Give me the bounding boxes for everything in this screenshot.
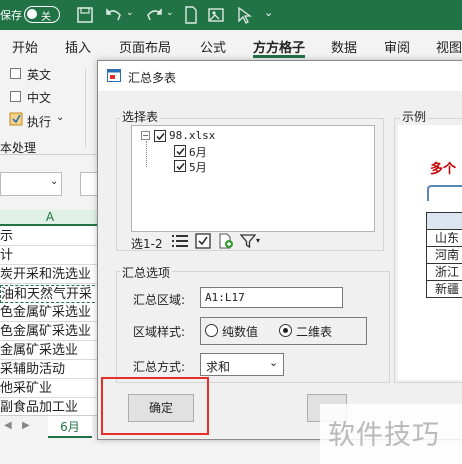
method-value: 求和	[206, 360, 231, 374]
english-label: 英文	[27, 68, 52, 82]
sheet-tree[interactable]: − 98.xlsx 6月 5月	[131, 125, 375, 232]
tab-data[interactable]: 数据	[331, 37, 357, 56]
range-input[interactable]: A1:L17	[200, 287, 343, 308]
select-all-icon[interactable]	[195, 233, 211, 249]
ribbon-tabs: 开始 插入 页面布局 公式 方方格子 数据 审阅 视图	[0, 30, 462, 60]
tab-fangfang[interactable]: 方方格子	[253, 37, 305, 56]
toggle-state: 关	[41, 12, 51, 23]
ribbon-divider	[85, 68, 86, 148]
method-select[interactable]: 求和 ⌄	[200, 353, 284, 376]
example-heading: 多个	[430, 162, 457, 177]
example-label: 示例	[400, 108, 429, 125]
radio-plain-values[interactable]	[205, 324, 218, 337]
filter-dropdown-icon[interactable]: ▾	[256, 236, 260, 245]
cell[interactable]: 油和天然气开采	[0, 285, 100, 303]
tab-home[interactable]: 开始	[12, 37, 38, 56]
example-bracket	[427, 185, 462, 201]
cell[interactable]: 色金属矿采选业	[0, 323, 100, 341]
chinese-checkbox[interactable]	[10, 91, 21, 102]
undo-dropdown-icon[interactable]: ⌄	[126, 8, 134, 18]
name-box-dropdown-icon[interactable]: ⌄	[50, 176, 58, 187]
chevron-down-icon: ⌄	[269, 356, 279, 369]
example-row: 河南	[426, 246, 462, 264]
cell[interactable]: 示	[0, 228, 100, 246]
autosave-label: 保存	[0, 9, 22, 22]
example-preview: 多个 山东 河南 浙江 新疆	[398, 125, 462, 380]
radio-plain-values-label[interactable]: 纯数值	[222, 323, 258, 340]
radio-2d-table[interactable]	[279, 324, 292, 337]
highlight-box	[101, 377, 209, 435]
tab-insert[interactable]: 插入	[65, 37, 91, 56]
tree-root-label[interactable]: 98.xlsx	[169, 129, 215, 142]
example-header-cell	[426, 212, 462, 230]
sheet-tab-bar: ◀ ▶ 6月	[0, 415, 110, 441]
tab-review[interactable]: 审阅	[384, 37, 410, 56]
chinese-label: 中文	[27, 91, 52, 105]
example-row: 浙江	[426, 263, 462, 281]
sheet-checkbox-may[interactable]	[174, 160, 186, 172]
cell[interactable]: 采辅助活动	[0, 361, 100, 379]
execute-dropdown-icon[interactable]: ⌄	[56, 112, 64, 123]
radio-2d-table-label[interactable]: 二维表	[296, 323, 332, 340]
root-checkbox[interactable]	[154, 130, 166, 142]
cell[interactable]: 金属矿采选业	[0, 342, 100, 360]
tree-item-may[interactable]: 5月	[189, 159, 207, 175]
options-label: 汇总选项	[120, 264, 173, 281]
sheet-tab[interactable]: 6月	[48, 416, 92, 438]
redo-icon[interactable]	[144, 5, 164, 25]
document-icon[interactable]	[181, 5, 201, 25]
method-label: 汇总方式:	[133, 360, 186, 374]
watermark: 软件技巧	[328, 420, 440, 451]
save-icon[interactable]	[75, 5, 95, 25]
cell[interactable]: 色金属矿采选业	[0, 304, 100, 322]
sheet-checkbox-june[interactable]	[174, 145, 186, 157]
example-row: 新疆	[426, 280, 462, 298]
execute-button[interactable]: 执行	[27, 113, 51, 130]
tab-formulas[interactable]: 公式	[200, 37, 226, 56]
execute-icon[interactable]	[9, 112, 23, 126]
redo-dropdown-icon[interactable]: ⌄	[166, 8, 174, 18]
tree-item-june[interactable]: 6月	[189, 144, 207, 160]
style-label: 区域样式:	[133, 325, 186, 339]
toggle-knob	[27, 9, 37, 19]
tree-line	[146, 141, 147, 167]
list-icon[interactable]	[172, 234, 188, 248]
add-file-icon[interactable]	[218, 233, 234, 249]
tab-view[interactable]: 视图	[436, 37, 462, 56]
range-label: 汇总区域:	[133, 293, 186, 307]
radio-selected-dot	[283, 328, 288, 333]
more-commands-icon[interactable]: ⌄	[264, 6, 273, 19]
tab-page-layout[interactable]: 页面布局	[119, 37, 171, 56]
selected-count: 选1-2	[131, 237, 163, 251]
undo-icon[interactable]	[104, 5, 124, 25]
sheet-grid: A 示 计 炭开采和洗选业 油和天然气开采 色金属矿采选业 色金属矿采选业 金属…	[0, 210, 100, 417]
filter-icon[interactable]	[240, 233, 256, 249]
prev-sheet-icon[interactable]: ◀	[4, 420, 12, 431]
cursor-icon[interactable]	[234, 5, 254, 25]
autosave-toggle[interactable]: 关	[24, 6, 60, 23]
column-header-a[interactable]: A	[0, 210, 100, 226]
cell[interactable]: 炭开采和洗选业	[0, 266, 100, 284]
title-bar: 保存 关 ⌄ ⌄ ⌄	[0, 0, 462, 30]
active-tab-indicator	[253, 55, 305, 58]
tree-collapse-icon[interactable]: −	[141, 131, 150, 140]
dialog-app-icon	[107, 69, 121, 82]
dialog-titlebar: 汇总多表	[98, 61, 462, 91]
cell[interactable]: 计	[0, 247, 100, 265]
ribbon-group-label: 本处理	[0, 141, 37, 155]
select-table-label: 选择表	[120, 108, 161, 125]
cell[interactable]: 他采矿业	[0, 380, 100, 398]
english-checkbox[interactable]	[10, 68, 21, 79]
dialog-title: 汇总多表	[128, 71, 177, 85]
example-row: 山东	[426, 229, 462, 247]
next-sheet-icon[interactable]: ▶	[22, 420, 30, 431]
image-icon[interactable]	[206, 5, 226, 25]
